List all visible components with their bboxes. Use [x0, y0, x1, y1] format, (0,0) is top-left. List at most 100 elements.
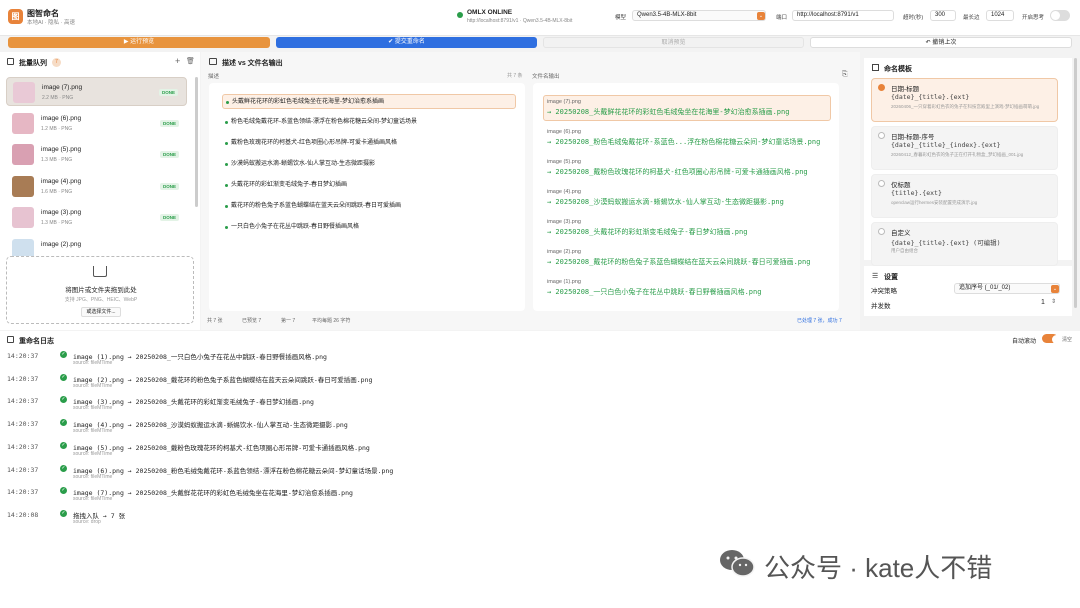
- think-toggle[interactable]: [1050, 10, 1070, 21]
- output-item[interactable]: image (5).png → 20250208_戴粉色玫瑰花环的柯基犬-红色项圈…: [542, 159, 832, 177]
- log-source: source: fileMTime: [73, 496, 113, 503]
- model-select[interactable]: Qwen3.5-4B-MLX-8bit: [632, 10, 766, 21]
- maxlen-input[interactable]: 1024: [986, 10, 1014, 21]
- wechat-icon: [720, 550, 755, 577]
- log-time: 14:20:37: [7, 488, 39, 497]
- radio-button[interactable]: [878, 132, 885, 139]
- log-row: 14:20:08 ✓ 拖拽入队 → 7 张 source: drop: [0, 505, 1080, 527]
- conflict-select[interactable]: 追加序号 (_01/_02): [954, 283, 1060, 294]
- queue-item[interactable]: image (5).png 1.3 MB · PNG DONE: [6, 140, 187, 169]
- output-item[interactable]: image (6).png → 20250208_粉色毛绒兔戴花环-系蓝色...浮…: [542, 129, 832, 147]
- right-scrollbar[interactable]: [1074, 58, 1077, 308]
- stepper-icon[interactable]: ⇕: [1051, 298, 1056, 305]
- inbox-icon: [93, 266, 107, 277]
- description-text: 一只白色小兔子在花丛中跳跃-春日野餐插画风格: [231, 224, 359, 230]
- description-text: 粉色毛绒兔戴花环-系蓝色领结-漂浮在粉色棉花糖云朵间-梦幻童话场景: [231, 119, 417, 125]
- source-filename: image (5).png: [547, 159, 581, 165]
- template-format: {date}_{title}_{index}.{ext}: [891, 141, 1001, 149]
- trash-icon[interactable]: 🗑: [186, 57, 195, 65]
- description-item[interactable]: 戴粉色玫瑰花环的柯基犬-红色项圈心形吊牌-可爱卡通插画风格: [222, 136, 516, 151]
- queue-item-meta: 1.6 MB · PNG: [41, 188, 73, 195]
- server-url: http://localhost:8791/v1 · Qwen3.5-4B-ML…: [467, 18, 573, 24]
- watermark: 公众号 · kate人不错: [764, 553, 993, 583]
- description-item[interactable]: 一只白色小兔子在花丛中跳跃-春日野餐插画风格: [222, 220, 516, 235]
- status-dot: [225, 205, 228, 208]
- chevron-down-icon: ⌄: [757, 11, 765, 20]
- log-message: image (4).png → 20250208_沙漠蚂蚁搬运水滴-蜥蜴饮水-仙…: [73, 421, 348, 430]
- source-filename: image (6).png: [547, 129, 581, 135]
- autoscroll-toggle[interactable]: [1042, 334, 1061, 344]
- model-label: 模型: [615, 15, 627, 21]
- undo-button[interactable]: ↶ 撤销上次: [810, 37, 1072, 48]
- log-row: 14:20:37 ✓ image (6).png → 20250208_粉色毛绒兔戴…: [0, 460, 1080, 482]
- clear-button[interactable]: 清空: [1062, 336, 1072, 343]
- template-option[interactable]: 仅标题 {title}.{ext} openclaw运行hermes安装配置完成演示…: [871, 174, 1058, 218]
- template-option[interactable]: 日期-标题 {date}_{title}.{ext} 20260406_一只穿着彩虹…: [871, 78, 1058, 122]
- drop-zone[interactable]: 将图片或文件夹拖到此处 支持 JPG、PNG、HEIC、WebP 或选择文件..…: [6, 256, 194, 324]
- cancel-preview-button[interactable]: 取消预览: [543, 37, 804, 48]
- radio-button[interactable]: [878, 228, 885, 235]
- log-row: 14:20:37 ✓ image (3).png → 20250208_头戴花环的彩…: [0, 391, 1080, 413]
- template-name: 日期-标题: [891, 86, 920, 93]
- file-size: 1.3 MB: [41, 157, 57, 163]
- radio-button[interactable]: [878, 180, 885, 187]
- output-item[interactable]: image (2).png → 20250208_戴花环的粉色兔子系蓝色蝴蝶结在蓝…: [542, 249, 832, 267]
- log-time: 14:20:37: [7, 420, 39, 429]
- queue-item-name: image (3).png: [41, 209, 82, 216]
- new-filename: → 20250208_戴花环的粉色兔子系蓝色蝴蝶结在蓝天云朵间跳跃-春日可爱插画…: [547, 258, 811, 266]
- template-format: {date}_{title}.{ext} (可编辑): [891, 239, 1001, 247]
- log-row: 14:20:37 ✓ image (4).png → 20250208_沙漠蚂蚁搬运…: [0, 414, 1080, 436]
- choose-file-button[interactable]: 或选择文件...: [81, 307, 121, 317]
- template-example: 20260406_一只穿着彩虹色衣的兔子在科技宫殿里上演戏-梦幻插画萌萌.jpg: [891, 104, 1040, 109]
- log-time: 14:20:37: [7, 374, 39, 383]
- status-dot: [225, 163, 228, 166]
- check-circle-icon: ✓: [60, 441, 67, 449]
- check-circle-icon: ✓: [60, 464, 67, 472]
- copy-icon[interactable]: ⎘: [842, 71, 848, 79]
- terminal-icon: [7, 336, 14, 343]
- description-item[interactable]: 头戴鲜花花环的彩虹色毛绒兔坐在花海里-梦幻治愈系插画: [222, 94, 516, 109]
- image-thumbnail: [12, 112, 34, 134]
- description-item[interactable]: 沙漠蚂蚁搬运水滴-蜥蜴饮水-仙人掌互动-生态微距摄影: [222, 157, 516, 172]
- template-option[interactable]: 自定义 {date}_{title}.{ext} (可编辑) 用户自由组合: [871, 222, 1058, 266]
- queue-item[interactable]: image (3).png 1.3 MB · PNG DONE: [6, 203, 187, 232]
- queue-item[interactable]: image (7).png 2.2 MB · PNG DONE: [6, 77, 187, 106]
- template-option[interactable]: 日期-标题-序号 {date}_{title}_{index}.{ext} 2026…: [871, 126, 1058, 170]
- source-filename: image (4).png: [547, 189, 581, 195]
- description-item[interactable]: 头戴花环的彩虹渐变毛绒兔子-春日梦幻插画: [222, 178, 516, 193]
- add-icon[interactable]: +: [175, 56, 180, 66]
- output-item[interactable]: image (1).png → 20250208_一只白色小兔子在花丛中跳跃-春日…: [542, 279, 832, 297]
- description-text: 戴花环的粉色兔子系蓝色蝴蝶结在蓝天云朵间跳跃-春日可爱插画: [231, 203, 401, 209]
- output-item[interactable]: image (7).png → 20250208_头戴鲜花花环的彩虹色毛绒兔坐在花…: [542, 99, 832, 117]
- concurrency-value[interactable]: 1: [1041, 299, 1045, 306]
- description-item[interactable]: 粉色毛绒兔戴花环-系蓝色领结-漂浮在粉色棉花糖云朵间-梦幻童话场景: [222, 115, 516, 130]
- source-filename: image (2).png: [547, 249, 581, 255]
- file-size: 1.2 MB: [41, 125, 57, 132]
- queue-item[interactable]: image (6).png 1.2 MB · PNG DONE: [6, 109, 187, 138]
- run-preview-button[interactable]: ▶ 运行预览: [8, 37, 270, 48]
- queue-item[interactable]: image (4).png 1.6 MB · PNG DONE: [6, 172, 187, 201]
- output-item[interactable]: image (3).png → 20250208_头戴花环的彩虹渐变毛绒兔子-春日…: [542, 219, 832, 237]
- radio-button[interactable]: [878, 84, 885, 91]
- new-filename: → 20250208_戴粉色玫瑰花环的柯基犬-红色项圈心形吊牌-可爱卡通插画风格…: [547, 168, 808, 176]
- status-badge: DONE: [159, 151, 179, 158]
- document-icon: [209, 58, 217, 65]
- queue-scrollbar[interactable]: [195, 77, 198, 207]
- description-text: 沙漠蚂蚁搬运水滴-蜥蜴饮水-仙人掌互动-生态微距摄影: [231, 161, 375, 167]
- image-thumbnail: [12, 207, 34, 228]
- log-row: 14:20:37 ✓ image (2).png → 20250208_戴花环的粉色…: [0, 369, 1080, 391]
- new-filename: → 20250208_头戴花环的彩虹渐变毛绒兔子-春日梦幻插画.png: [547, 228, 748, 236]
- timeout-input[interactable]: 300: [930, 10, 956, 21]
- log-message: image (2).png → 20250208_戴花环的粉色兔子系蓝色蝴蝶结在…: [73, 375, 373, 384]
- submit-rename-button[interactable]: ✔ 提交重命名: [276, 37, 537, 48]
- file-type: PNG: [61, 220, 73, 226]
- check-circle-icon: ✓: [60, 419, 67, 427]
- port-input[interactable]: http://localhost:8791/v1: [792, 10, 894, 21]
- queue-count-badge: 7: [52, 58, 61, 67]
- status-dot: [225, 121, 228, 124]
- log-time: 14:20:08: [7, 510, 39, 519]
- log-time: 14:20:37: [7, 442, 39, 451]
- description-item[interactable]: 戴花环的粉色兔子系蓝色蝴蝶结在蓝天云朵间跳跃-春日可爱插画: [222, 199, 516, 214]
- status-dot: [225, 184, 228, 187]
- output-item[interactable]: image (4).png → 20250208_沙漠蚂蚁搬运水滴-蜥蜴饮水-仙人…: [542, 189, 832, 207]
